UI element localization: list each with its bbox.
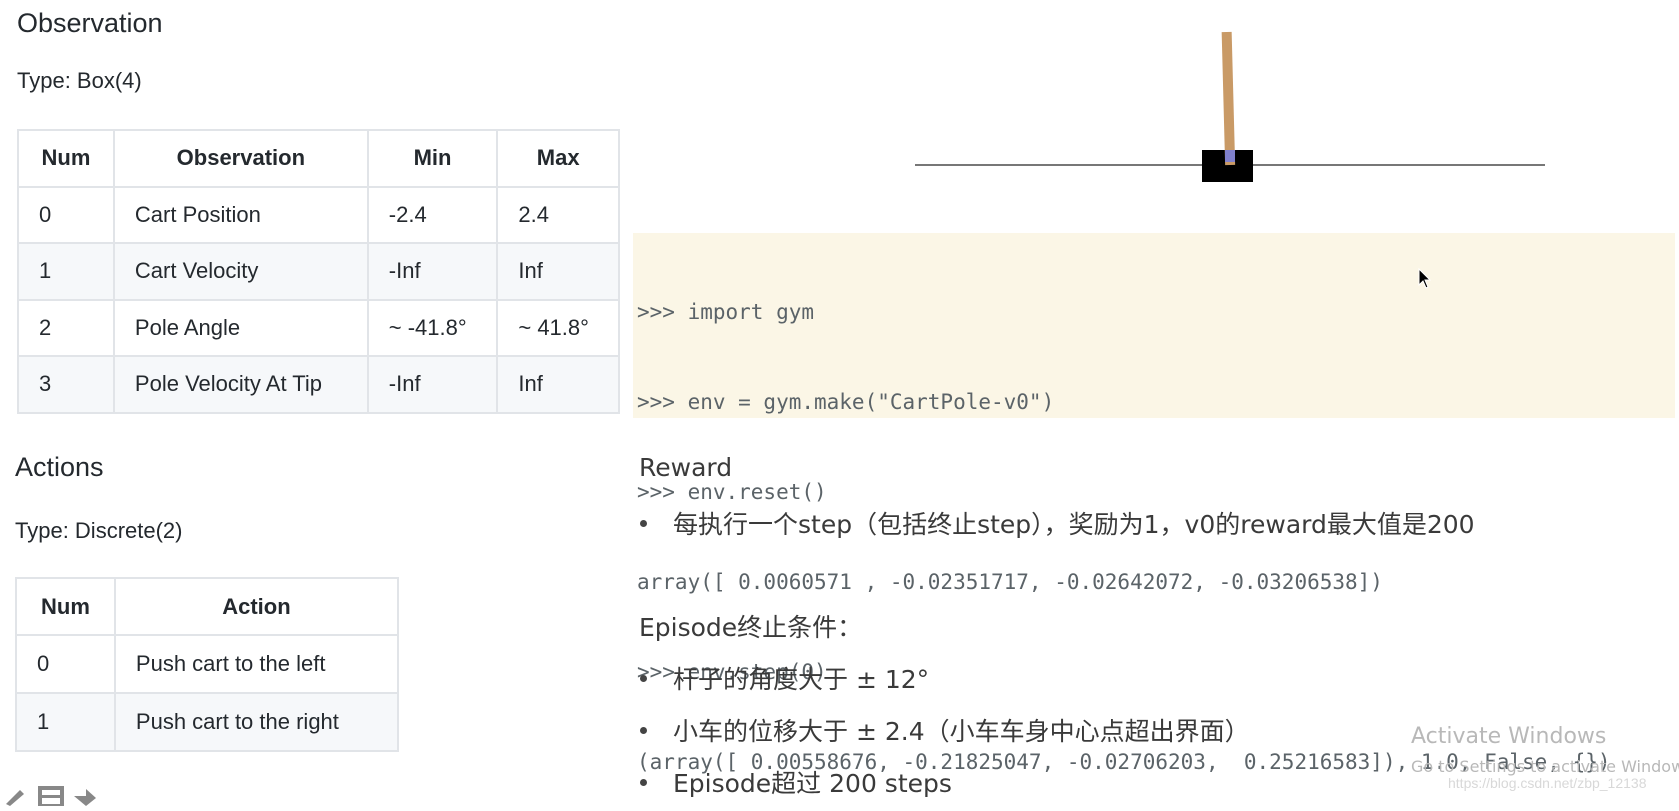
table-row: 0 Cart Position -2.4 2.4 (17, 185, 620, 244)
episode-bullet: 小车的位移大于 ± 2.4（小车车身中心点超出界面） (640, 712, 1250, 748)
cell-min: -Inf (366, 355, 499, 414)
code-block: >>> import gym >>> env = gym.make("CartP… (633, 233, 1675, 774)
mouse-cursor-icon (1418, 268, 1432, 289)
cell-observation: Pole Velocity At Tip (112, 355, 369, 414)
table-header-row: Num Observation Min Max (17, 129, 620, 188)
episode-bullet-text: Episode超过 200 steps (673, 769, 952, 798)
table-header-row: Num Action (15, 577, 400, 636)
cell-action: Push cart to the right (113, 692, 400, 752)
header-action: Action (113, 577, 400, 636)
cell-num: 0 (17, 185, 115, 244)
cell-min: -Inf (366, 242, 499, 301)
cell-num: 2 (17, 298, 115, 357)
bullet-dot (640, 674, 647, 682)
cell-max: Inf (496, 242, 620, 301)
pole-axle (1225, 150, 1235, 162)
observation-heading: Observation (17, 8, 163, 38)
episode-bullet-text: 杆子的角度大于 ± 12° (673, 665, 930, 694)
code-line: >>> env = gym.make("CartPole-v0") (637, 390, 1055, 414)
bullet-dot (640, 519, 647, 527)
cell-observation: Cart Velocity (112, 242, 369, 301)
cell-num: 0 (15, 634, 116, 694)
episode-bullet: Episode超过 200 steps (640, 764, 952, 800)
cell-num: 1 (15, 692, 116, 752)
cell-observation: Cart Position (112, 185, 369, 244)
cell-action: Push cart to the left (113, 634, 400, 694)
activate-windows-title: Activate Windows (1411, 724, 1607, 749)
actions-table: Num Action 0 Push cart to the left 1 Pus… (15, 577, 400, 752)
cell-max: Inf (496, 355, 620, 414)
episode-bullet: 杆子的角度大于 ± 12° (640, 660, 929, 696)
table-row: 1 Push cart to the right (15, 692, 400, 752)
code-line: >>> import gym (637, 300, 815, 324)
cell-num: 3 (17, 355, 115, 414)
header-num: Num (17, 129, 115, 188)
reward-bullet-text: 每执行一个step（包括终止step），奖励为1，v0的reward最大值是20… (673, 510, 1475, 539)
cartpole-render (915, 31, 1545, 182)
cell-num: 1 (17, 242, 115, 301)
pole (1221, 31, 1236, 166)
table-row: 2 Pole Angle ~ -41.8° ~ 41.8° (17, 298, 620, 357)
pencil-icon[interactable] (2, 786, 28, 806)
header-observation: Observation (112, 129, 369, 188)
bullet-dot (640, 726, 647, 734)
actions-type: Type: Discrete(2) (15, 518, 183, 543)
cell-min: ~ -41.8° (366, 298, 499, 357)
observation-type: Type: Box(4) (17, 68, 142, 93)
cell-min: -2.4 (366, 185, 499, 244)
code-line: >>> env.reset() (637, 480, 827, 504)
code-line: array([ 0.0060571 , -0.02351717, -0.0264… (637, 570, 1383, 594)
header-max: Max (496, 129, 620, 188)
bullet-dot (640, 778, 647, 786)
cell-max: 2.4 (496, 185, 620, 244)
screen-icon[interactable] (38, 786, 64, 808)
header-num: Num (15, 577, 116, 636)
table-row: 1 Cart Velocity -Inf Inf (17, 242, 620, 301)
episode-bullet-text: 小车的位移大于 ± 2.4（小车车身中心点超出界面） (673, 717, 1250, 746)
cell-observation: Pole Angle (112, 298, 369, 357)
source-url-watermark: https://blog.csdn.net/zbp_12138 (1448, 775, 1647, 791)
share-arrow-icon[interactable] (72, 786, 98, 806)
header-min: Min (366, 129, 499, 188)
activate-windows-subtitle: Go to Settings to activate Windows. (1411, 757, 1679, 776)
cell-max: ~ 41.8° (496, 298, 620, 357)
table-row: 3 Pole Velocity At Tip -Inf Inf (17, 355, 620, 414)
observation-table: Num Observation Min Max 0 Cart Position … (17, 129, 620, 414)
reward-heading: Reward (639, 453, 733, 482)
reward-bullet: 每执行一个step（包括终止step），奖励为1，v0的reward最大值是20… (640, 505, 1475, 541)
actions-heading: Actions (15, 452, 104, 482)
episode-heading: Episode终止条件： (639, 613, 863, 642)
table-row: 0 Push cart to the left (15, 634, 400, 694)
